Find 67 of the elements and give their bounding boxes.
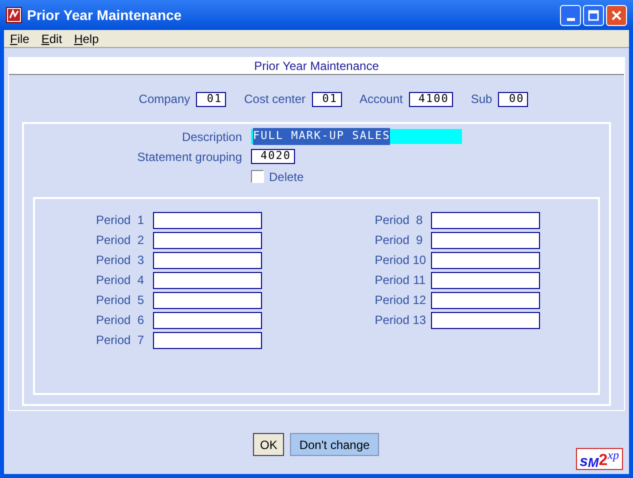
period-label: Period xyxy=(374,312,410,329)
minimize-button[interactable] xyxy=(560,4,581,26)
period-label: Period xyxy=(96,232,131,249)
window-title: Prior Year Maintenance xyxy=(27,6,182,24)
period-field[interactable] xyxy=(152,272,262,288)
period-label: Period xyxy=(374,252,410,269)
key-label: Cost center xyxy=(244,91,306,108)
period-label: Period xyxy=(374,292,410,309)
period-label: Period xyxy=(96,252,131,269)
period-number: 9 xyxy=(415,232,424,249)
period-field[interactable] xyxy=(431,312,540,328)
period-field[interactable] xyxy=(152,292,262,308)
checkbox-label: Delete xyxy=(269,168,304,186)
description-field[interactable]: FULL MARK-UP SALES xyxy=(251,129,462,144)
period-field[interactable] xyxy=(431,232,540,248)
period-number: 10 xyxy=(412,252,428,269)
period-label: Period xyxy=(96,312,131,329)
close-button[interactable] xyxy=(606,4,627,26)
period-number: 8 xyxy=(415,212,424,229)
period-number: 5 xyxy=(136,292,146,309)
period-field[interactable] xyxy=(152,232,262,248)
key-field[interactable]: 01 xyxy=(312,92,342,106)
period-label: Period xyxy=(374,232,410,249)
delete-checkbox[interactable] xyxy=(251,170,264,183)
menu-item[interactable]: File xyxy=(10,30,30,48)
key-label: Company xyxy=(138,91,190,108)
period-field[interactable] xyxy=(152,312,262,328)
maximize-icon xyxy=(588,10,599,20)
period-number: 4 xyxy=(136,272,146,289)
close-icon xyxy=(611,10,622,20)
period-number: 11 xyxy=(412,272,427,289)
dont-change-button[interactable]: Don't change xyxy=(290,433,379,456)
period-label: Period xyxy=(374,272,410,289)
app-icon xyxy=(6,7,22,23)
period-field[interactable] xyxy=(152,252,262,268)
key-label: Sub xyxy=(470,91,492,108)
period-field[interactable] xyxy=(431,212,540,228)
period-label: Period xyxy=(96,212,131,229)
key-field[interactable]: 01 xyxy=(196,92,226,106)
period-field[interactable] xyxy=(431,252,540,268)
key-field[interactable]: 4100 xyxy=(408,92,453,106)
period-number: 6 xyxy=(136,312,146,329)
key-label: Account xyxy=(360,91,403,108)
grouping-field[interactable]: 4020 xyxy=(251,149,295,164)
period-field[interactable] xyxy=(152,212,262,228)
period-number: 12 xyxy=(412,292,428,309)
period-label: Period xyxy=(96,292,131,309)
period-number: 3 xyxy=(136,252,146,269)
period-number: 1 xyxy=(136,212,146,229)
maximize-button[interactable] xyxy=(583,4,604,26)
menu-item[interactable]: Edit xyxy=(41,30,62,48)
period-number: 7 xyxy=(136,332,146,349)
period-label: Period xyxy=(96,332,131,349)
period-label: Period xyxy=(374,212,410,229)
ok-button[interactable]: OK xyxy=(253,433,284,456)
field-label: Statement grouping xyxy=(136,148,243,166)
period-label: Period xyxy=(96,272,131,289)
key-field[interactable]: 00 xyxy=(498,92,528,106)
period-number: 2 xyxy=(136,232,146,249)
field-label: Description xyxy=(180,128,243,146)
period-field[interactable] xyxy=(152,332,262,348)
form-title: Prior Year Maintenance xyxy=(9,58,624,75)
menu-item[interactable]: Help xyxy=(74,30,99,48)
period-number: 13 xyxy=(412,312,428,329)
minimize-icon xyxy=(566,18,574,20)
period-field[interactable] xyxy=(431,292,540,308)
period-field[interactable] xyxy=(431,272,540,288)
